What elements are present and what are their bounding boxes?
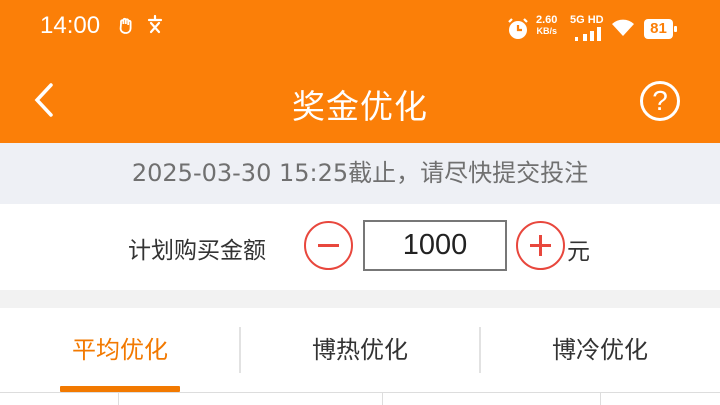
battery-tip [674, 26, 677, 32]
question-circle-icon: ? [652, 85, 668, 116]
alarm-icon [508, 18, 528, 39]
help-button[interactable]: ? [640, 81, 680, 121]
table-column-divider [600, 392, 601, 405]
tab-divider [479, 327, 481, 373]
tab-hot-optimization[interactable]: 博热优化 [240, 308, 480, 392]
status-time: 14:00 [40, 12, 101, 39]
battery-level: 81 [644, 19, 673, 39]
result-table-header [0, 392, 720, 405]
plus-circle-icon[interactable] [516, 221, 565, 270]
signal-icon [575, 27, 601, 41]
currency-label: 元 [567, 239, 590, 265]
wifi-icon [612, 19, 634, 36]
table-column-divider [382, 392, 383, 405]
minus-circle-icon[interactable] [304, 221, 353, 270]
purchase-amount-label: 计划购买金额 [128, 238, 266, 264]
table-column-divider [118, 392, 119, 405]
text-app-icon [147, 14, 163, 34]
hand-icon [119, 17, 132, 34]
purchase-amount-input[interactable] [363, 220, 507, 271]
network-speed: 2.60 KB/s [536, 15, 557, 43]
speed-value: 2.60 [536, 14, 558, 26]
speed-unit: KB/s [536, 26, 557, 36]
tab-average-optimization[interactable]: 平均优化 [0, 308, 240, 392]
purchase-amount-row: 计划购买金额 元 [0, 204, 720, 290]
page-title: 奖金优化 [292, 87, 428, 126]
battery-icon: 81 [644, 19, 677, 39]
app-header: 14:00 2.60 KB/s 5G HD 81 奖金优化 ? [0, 0, 720, 143]
optimization-tabs: 平均优化 博热优化 博冷优化 [0, 308, 720, 392]
tab-cold-optimization[interactable]: 博冷优化 [480, 308, 720, 392]
deadline-notice: 2025-03-30 15:25截止，请尽快提交投注 [0, 143, 720, 204]
tab-divider [239, 327, 241, 373]
